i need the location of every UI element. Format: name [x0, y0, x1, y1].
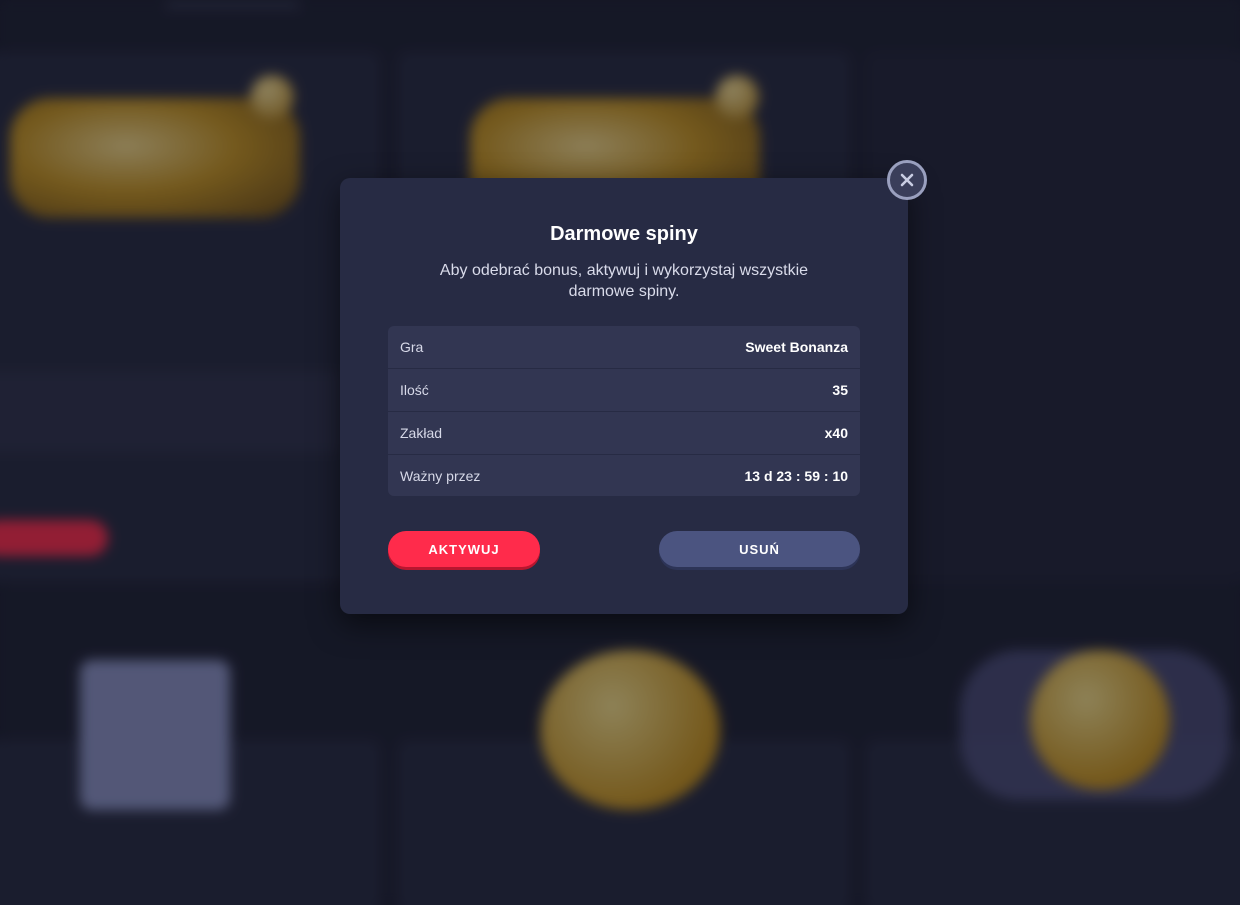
info-value: 35 — [832, 382, 848, 398]
info-row-valid-for: Ważny przez 13 d 23 : 59 : 10 — [388, 455, 860, 496]
info-label: Gra — [400, 339, 424, 355]
info-value: 13 d 23 : 59 : 10 — [744, 467, 848, 484]
info-value: Sweet Bonanza — [745, 339, 848, 355]
info-label: Zakład — [400, 425, 443, 441]
close-icon — [900, 173, 914, 187]
close-button[interactable] — [887, 160, 927, 200]
info-row-wager: Zakład x40 — [388, 412, 860, 455]
info-label: Ważny przez — [400, 467, 481, 484]
free-spins-modal: Darmowe spiny Aby odebrać bonus, aktywuj… — [340, 178, 908, 614]
page: Darmowe spiny Aby odebrać bonus, aktywuj… — [0, 0, 1240, 905]
info-value: x40 — [824, 425, 848, 441]
activate-button[interactable]: AKTYWUJ — [388, 531, 540, 567]
info-row-quantity: Ilość 35 — [388, 369, 860, 412]
info-row-game: Gra Sweet Bonanza — [388, 326, 860, 369]
modal-title: Darmowe spiny — [550, 223, 698, 245]
bonus-info-table: Gra Sweet Bonanza Ilość 35 Zakład x40 Wa… — [388, 326, 860, 496]
modal-description: Aby odebrać bonus, aktywuj i wykorzystaj… — [439, 262, 809, 300]
remove-button[interactable]: USUŃ — [659, 531, 860, 567]
info-label: Ilość — [400, 382, 429, 398]
